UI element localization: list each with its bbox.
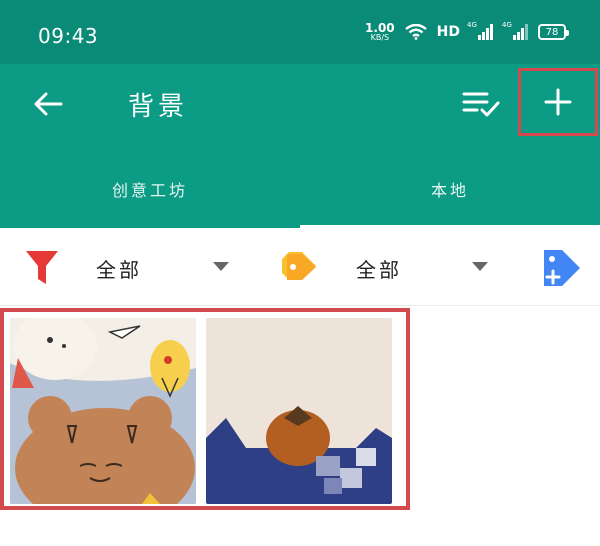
tag-icon[interactable] [282, 250, 320, 282]
chevron-down-icon[interactable] [213, 262, 229, 271]
hd-indicator: HD [436, 24, 460, 40]
app-bar: 背景 [0, 64, 600, 156]
status-time: 09:43 [38, 24, 99, 48]
back-button[interactable] [28, 84, 68, 124]
network-speed: 1.00 KB/S [365, 22, 395, 42]
wallpaper-gallery [0, 308, 410, 510]
tab-bar: 创意工坊 本地 [0, 150, 600, 228]
status-bar: 09:43 1.00 KB/S HD 4G 4G 78 [0, 0, 600, 64]
filter-row: 全部 全部 [0, 228, 600, 306]
add-button[interactable] [518, 68, 598, 136]
tab-local[interactable]: 本地 [300, 150, 600, 228]
list-check-icon [462, 92, 500, 117]
multi-select-button[interactable] [458, 84, 504, 124]
category-filter-label[interactable]: 全部 [96, 254, 142, 283]
filter-funnel-icon[interactable] [24, 248, 60, 286]
battery-icon: 78 [538, 24, 569, 40]
plus-icon [544, 88, 572, 116]
signal-2-label: 4G [502, 21, 512, 29]
wifi-icon [404, 24, 427, 40]
network-speed-unit: KB/S [370, 33, 390, 42]
status-indicators: 1.00 KB/S HD 4G 4G 78 [365, 21, 569, 42]
add-tag-icon[interactable] [540, 246, 582, 288]
wallpaper-item-1[interactable] [10, 318, 196, 504]
wallpaper-illustration-persimmon [206, 318, 392, 504]
chevron-down-icon[interactable] [472, 262, 488, 271]
signal-1-label: 4G [467, 21, 477, 29]
signal-2-icon: 4G [502, 21, 528, 40]
signal-1-icon: 4G [467, 21, 493, 40]
tag-filter-label[interactable]: 全部 [356, 254, 402, 283]
arrow-left-icon [34, 92, 63, 116]
battery-level: 78 [545, 26, 559, 38]
tab-workshop[interactable]: 创意工坊 [0, 150, 300, 228]
page-title: 背景 [128, 92, 189, 122]
wallpaper-illustration-bear [10, 318, 196, 504]
wallpaper-item-2[interactable] [206, 318, 392, 504]
